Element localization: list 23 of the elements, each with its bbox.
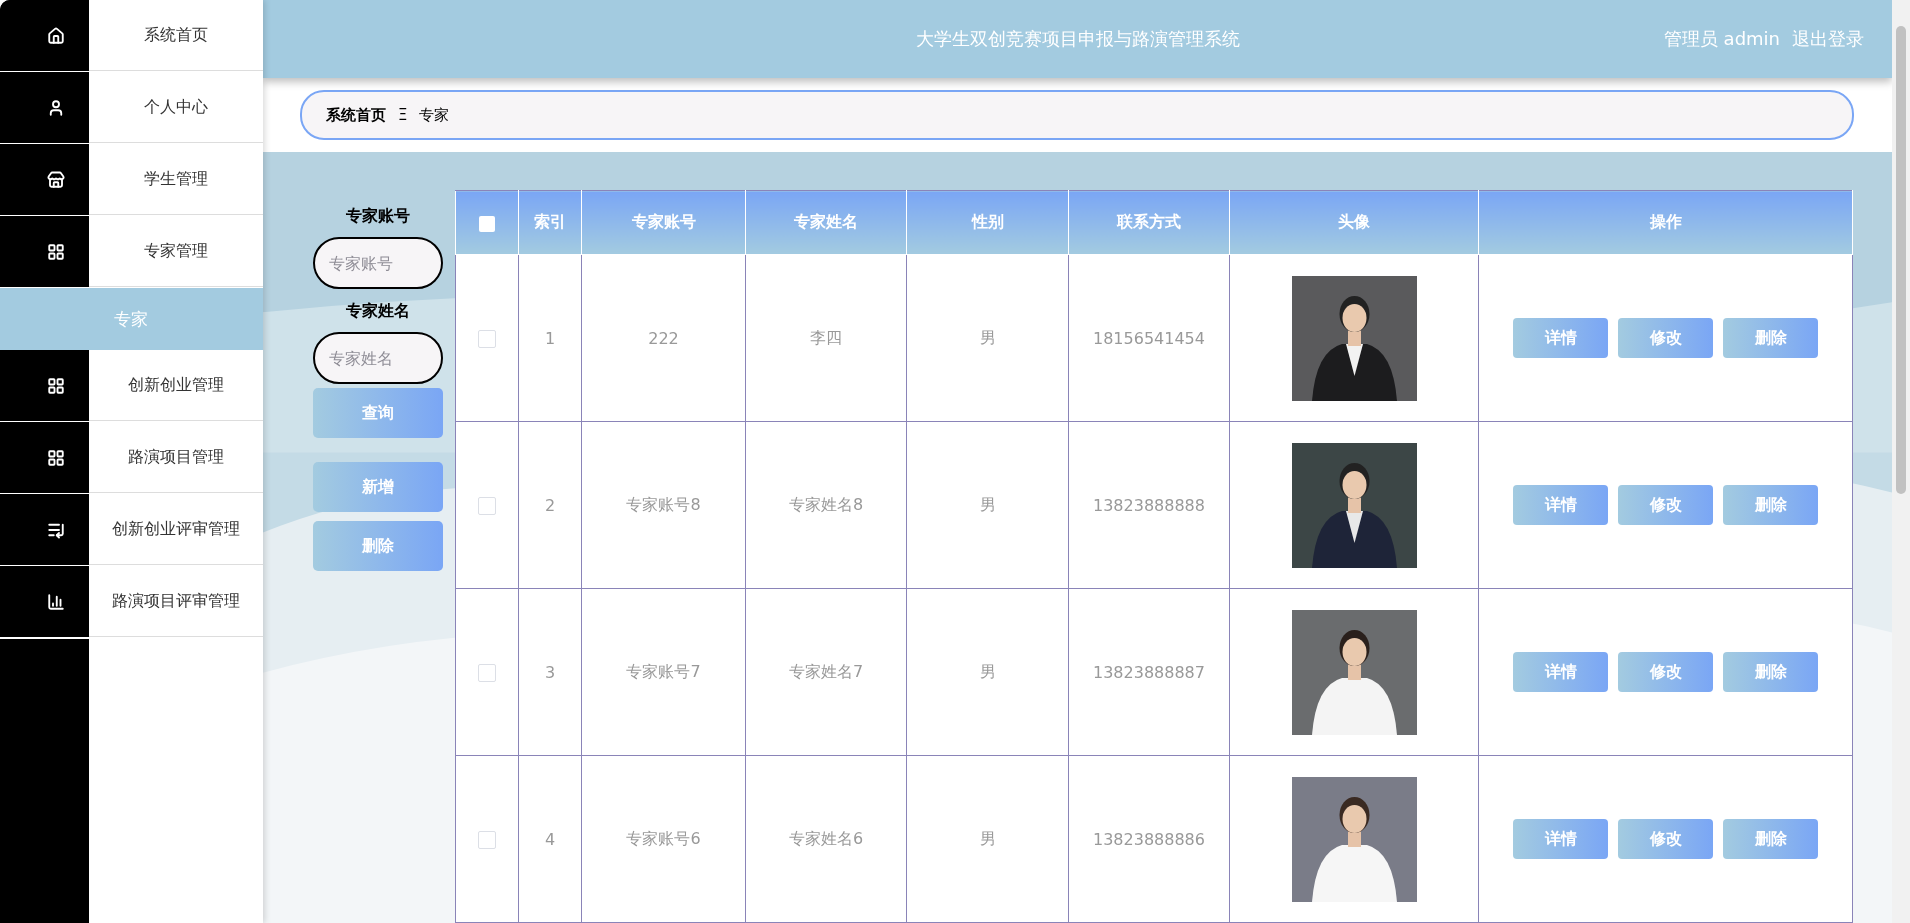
- home-icon: [47, 26, 65, 45]
- shop-icon: [47, 170, 65, 189]
- scrollbar[interactable]: [1892, 0, 1910, 923]
- breadcrumb-link[interactable]: 系统首页: [326, 105, 386, 125]
- system-title: 大学生双创竞赛项目申报与路演管理系统: [915, 27, 1240, 51]
- submenu-item[interactable]: 专家: [0, 288, 263, 350]
- menu-item[interactable]: 个人中心: [89, 72, 263, 143]
- grid-icon: [47, 242, 65, 261]
- breadcrumb-current: 专家: [419, 105, 450, 125]
- menu-item[interactable]: 系统首页: [89, 0, 263, 71]
- menu-item[interactable]: 路演项目评审管理: [89, 566, 263, 637]
- logout-link[interactable]: 退出登录: [1792, 27, 1864, 51]
- menu-item[interactable]: 学生管理: [89, 144, 263, 215]
- menu-item[interactable]: 创新创业评审管理: [89, 494, 263, 565]
- bar-chart-icon: [47, 592, 65, 611]
- breadcrumb-separator: Ξ: [398, 106, 408, 124]
- grid-icon: [47, 376, 65, 395]
- user-label: 管理员 admin: [1663, 27, 1780, 51]
- menu-item[interactable]: 路演项目管理: [89, 422, 263, 493]
- user-icon: [47, 98, 65, 117]
- menu-item[interactable]: 创新创业管理: [89, 350, 263, 421]
- grid-icon: [47, 448, 65, 467]
- menu-item[interactable]: 专家管理: [89, 216, 263, 287]
